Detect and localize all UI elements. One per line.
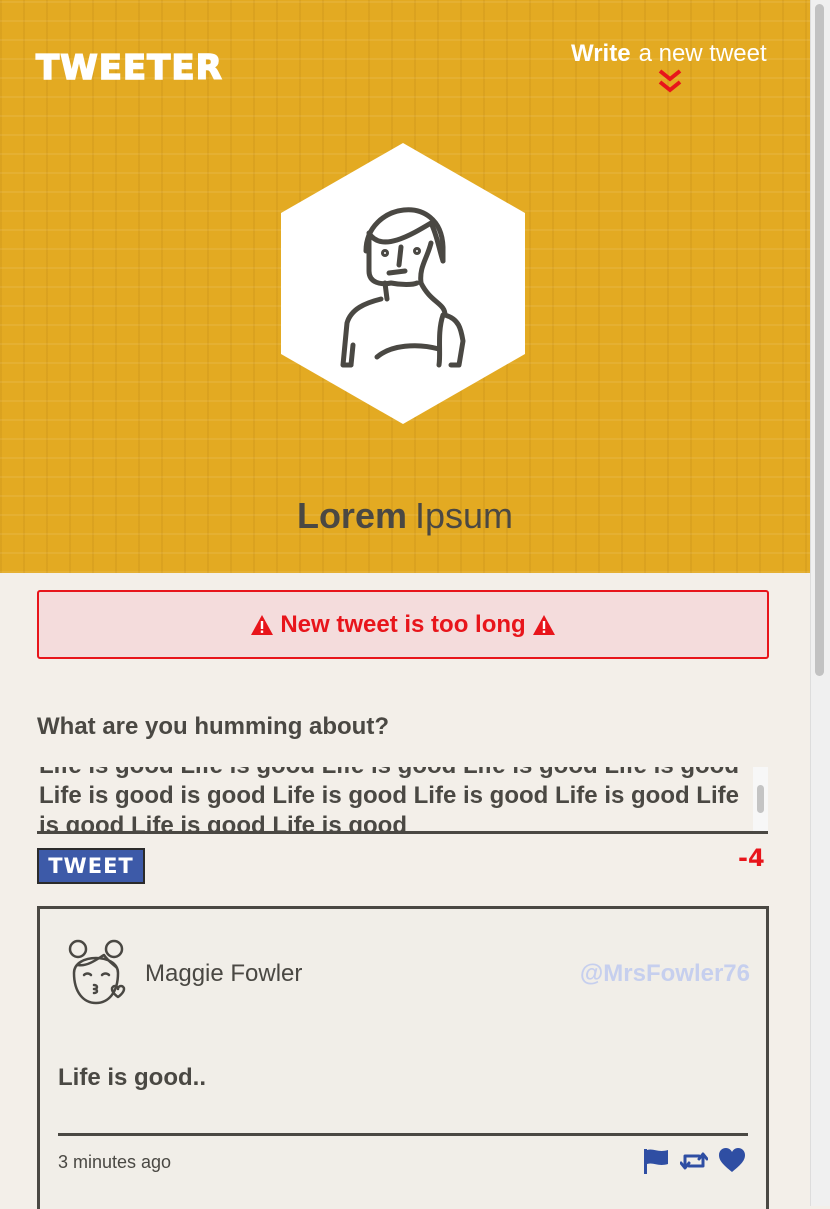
tweet-timestamp: 3 minutes ago: [58, 1152, 172, 1172]
tweet-textarea-value: Life is good Life is good Life is good L…: [39, 767, 739, 834]
tweet-content: Life is good..: [58, 1064, 206, 1091]
woman-avatar-icon: [281, 143, 525, 424]
retweet-icon[interactable]: [680, 1147, 708, 1175]
double-chevron-down-icon[interactable]: [657, 68, 683, 96]
tweet-card: Maggie Fowler @MrsFowler76 Life is good.…: [37, 906, 769, 1209]
tweet-author-name[interactable]: Maggie Fowler: [145, 960, 302, 988]
write-new-tweet-link[interactable]: Write a new tweet: [571, 40, 767, 68]
profile-banner: TWEETER Write a new tweet Lorem Ipsum: [0, 0, 810, 573]
tweet-divider: [58, 1133, 748, 1136]
tweet-textarea[interactable]: Life is good Life is good Life is good L…: [37, 767, 768, 834]
profile-name: Lorem Ipsum: [0, 495, 810, 537]
textarea-scrollbar[interactable]: [753, 767, 768, 831]
profile-first-name: Lorem: [296, 495, 407, 536]
error-message: New tweet is too long: [37, 590, 769, 659]
warning-triangle-icon: [251, 614, 274, 635]
flag-icon[interactable]: [642, 1147, 670, 1175]
profile-last-name: Ipsum: [414, 495, 514, 536]
compose-link-text: a new tweet: [638, 40, 767, 67]
app-logo[interactable]: TWEETER: [35, 47, 223, 89]
character-counter: -4: [738, 844, 765, 872]
tweet-actions: [642, 1147, 746, 1175]
page-scrollbar-thumb[interactable]: [815, 4, 824, 676]
heart-icon[interactable]: [718, 1147, 746, 1175]
warning-triangle-icon: [532, 614, 555, 635]
compose-prompt-label: What are you humming about?: [37, 713, 389, 740]
tweet-author-handle[interactable]: @MrsFowler76: [580, 960, 750, 988]
error-text: New tweet is too long: [280, 610, 526, 638]
compose-link-strong: Write: [571, 40, 631, 67]
girl-kiss-avatar-icon: [68, 939, 126, 1005]
tweet-submit-button[interactable]: TWEET: [37, 848, 145, 884]
